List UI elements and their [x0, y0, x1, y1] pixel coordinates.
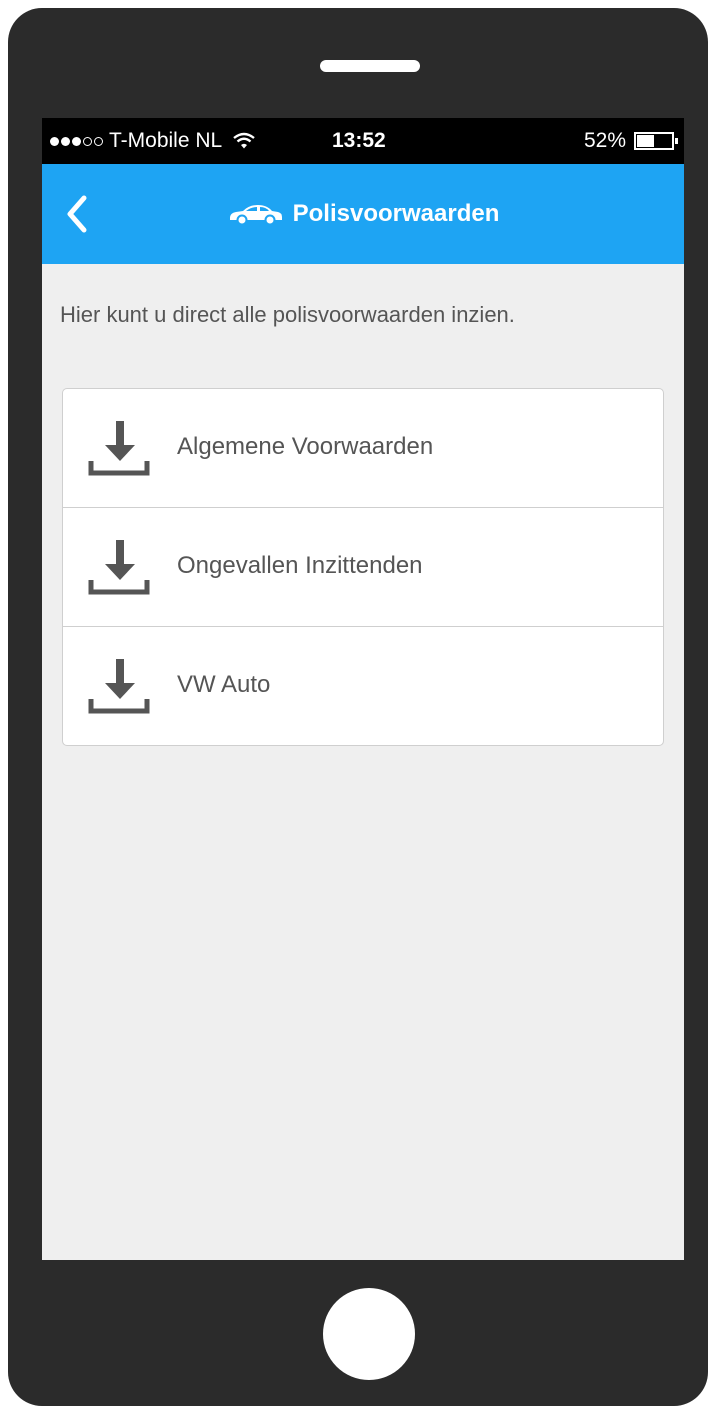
signal-strength-icon — [50, 136, 105, 146]
document-label: Ongevallen Inzittenden — [177, 552, 423, 579]
document-list: Algemene Voorwaarden Ongevallen Inzitten… — [62, 388, 664, 746]
signal-dot — [50, 136, 59, 146]
signal-dot — [83, 136, 92, 146]
document-item-vw-auto[interactable]: VW Auto — [63, 626, 663, 745]
document-item-algemene-voorwaarden[interactable]: Algemene Voorwaarden — [63, 389, 663, 507]
app-screen: T-Mobile NL 13:52 52% Polisvoorwaarden H… — [42, 118, 684, 1260]
signal-dot — [61, 136, 70, 146]
download-icon — [88, 659, 150, 714]
phone-frame: T-Mobile NL 13:52 52% Polisvoorwaarden H… — [8, 8, 708, 1406]
car-icon — [229, 205, 282, 226]
phone-speaker — [320, 60, 420, 72]
nav-bar: Polisvoorwaarden — [42, 164, 684, 264]
status-bar: T-Mobile NL 13:52 52% — [42, 118, 684, 164]
wifi-icon — [233, 132, 255, 149]
status-time: 13:52 — [332, 129, 386, 152]
intro-text: Hier kunt u direct alle polisvoorwaarden… — [60, 302, 515, 327]
battery-percent: 52% — [583, 129, 626, 152]
carrier-name: T-Mobile NL — [109, 129, 223, 152]
battery-group: 52% — [583, 129, 678, 153]
signal-dot — [94, 136, 103, 146]
download-icon — [88, 540, 150, 595]
download-icon — [88, 421, 150, 476]
carrier-group: T-Mobile NL — [50, 129, 256, 153]
battery-icon — [634, 132, 678, 150]
battery-fill — [637, 135, 654, 147]
page-title: Polisvoorwaarden — [292, 200, 500, 227]
nav-title-group: Polisvoorwaarden — [42, 164, 684, 264]
document-label: VW Auto — [177, 671, 271, 698]
battery-nub — [675, 138, 678, 144]
document-item-ongevallen-inzittenden[interactable]: Ongevallen Inzittenden — [63, 507, 663, 626]
home-button[interactable] — [323, 1288, 415, 1380]
signal-dot — [72, 136, 81, 146]
document-label: Algemene Voorwaarden — [177, 433, 434, 460]
